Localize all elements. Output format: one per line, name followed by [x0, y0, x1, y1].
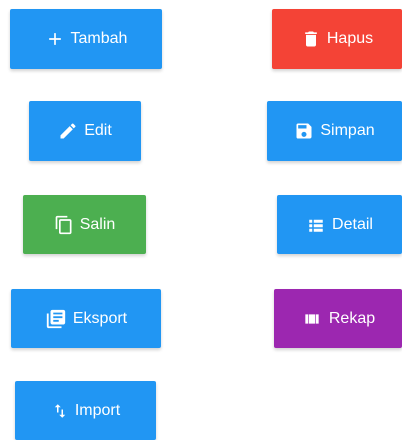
list-detail-icon	[306, 216, 326, 234]
library-books-icon	[45, 308, 67, 330]
add-button[interactable]: Tambah	[10, 9, 162, 69]
export-button-label: Eksport	[72, 309, 128, 327]
copy-button-label: Salin	[79, 215, 116, 233]
swap-vertical-icon	[51, 401, 69, 421]
copy-button[interactable]: Salin	[23, 195, 146, 254]
save-button-label: Simpan	[320, 122, 375, 139]
edit-button-label: Edit	[84, 122, 112, 139]
recap-button-label: Rekap	[328, 309, 376, 327]
button-showcase: Tambah Hapus Edit Simpan Salin Detail Ek…	[0, 0, 402, 440]
export-button[interactable]: Eksport	[11, 289, 161, 348]
delete-button[interactable]: Hapus	[272, 9, 402, 69]
pencil-icon	[58, 121, 78, 141]
floppy-disk-icon	[294, 121, 314, 141]
recap-button[interactable]: Rekap	[274, 289, 402, 348]
copy-icon	[54, 214, 74, 236]
save-button[interactable]: Simpan	[267, 101, 402, 161]
detail-button-label: Detail	[332, 215, 373, 233]
plus-icon	[45, 29, 65, 49]
import-button-label: Import	[74, 401, 121, 419]
import-button[interactable]: Import	[15, 381, 156, 440]
trash-icon	[301, 28, 321, 50]
add-button-label: Tambah	[70, 30, 128, 47]
delete-button-label: Hapus	[326, 30, 374, 47]
view-columns-icon	[301, 311, 323, 327]
edit-button[interactable]: Edit	[29, 101, 141, 161]
detail-button[interactable]: Detail	[277, 195, 402, 254]
